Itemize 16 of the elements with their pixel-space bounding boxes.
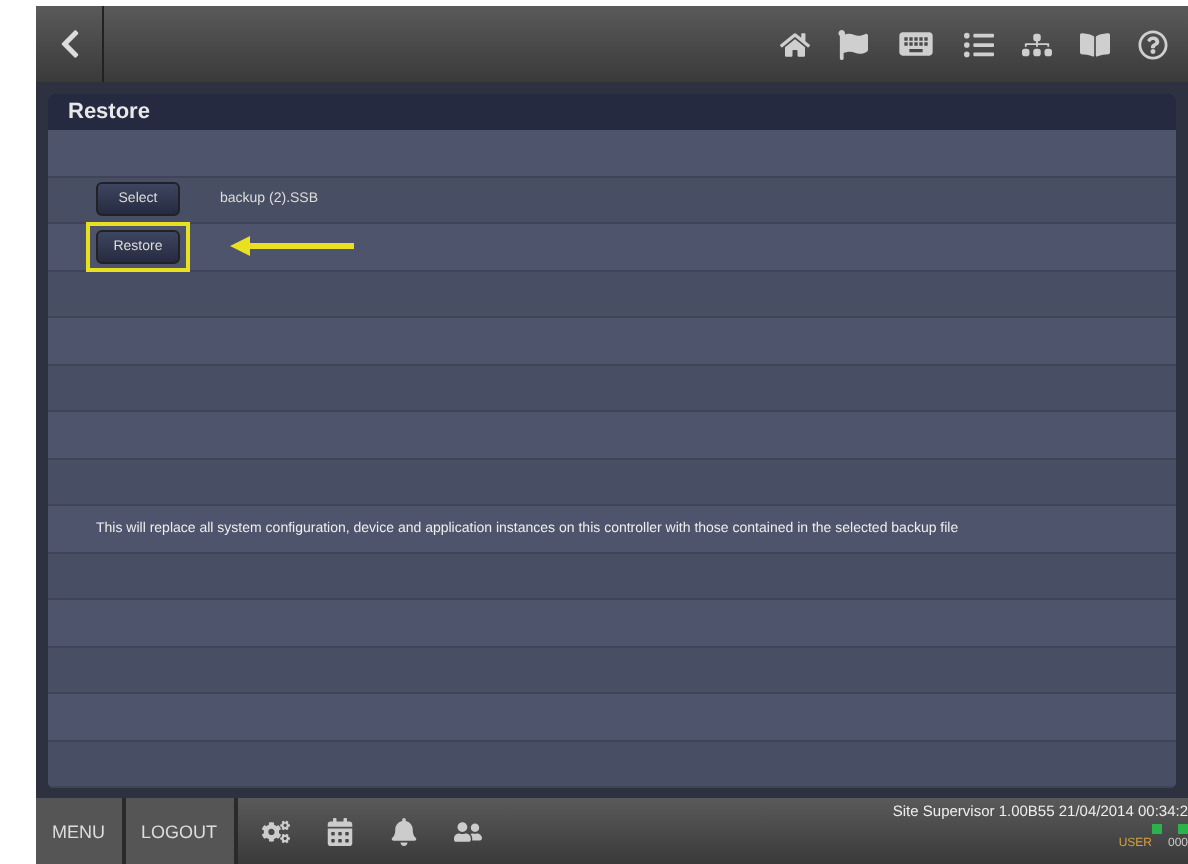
status-indicator xyxy=(1152,824,1162,834)
flag-icon[interactable] xyxy=(838,29,868,59)
users-icon[interactable] xyxy=(453,817,482,845)
help-icon[interactable] xyxy=(1138,29,1168,59)
gears-icon[interactable] xyxy=(261,817,290,845)
network-icon[interactable] xyxy=(1022,29,1052,59)
panel-title: Restore xyxy=(48,94,1176,130)
bottom-bar-button[interactable]: LOGOUT xyxy=(125,798,238,864)
bottom-bar-button[interactable]: MENU xyxy=(36,798,125,864)
arrow-icon xyxy=(230,236,354,257)
book-icon[interactable] xyxy=(1080,29,1110,59)
list-icon[interactable] xyxy=(964,29,994,59)
status-indicator xyxy=(1178,824,1188,834)
calendar-icon[interactable] xyxy=(325,817,354,845)
home-icon[interactable] xyxy=(780,29,810,59)
bell-icon[interactable] xyxy=(389,817,418,845)
